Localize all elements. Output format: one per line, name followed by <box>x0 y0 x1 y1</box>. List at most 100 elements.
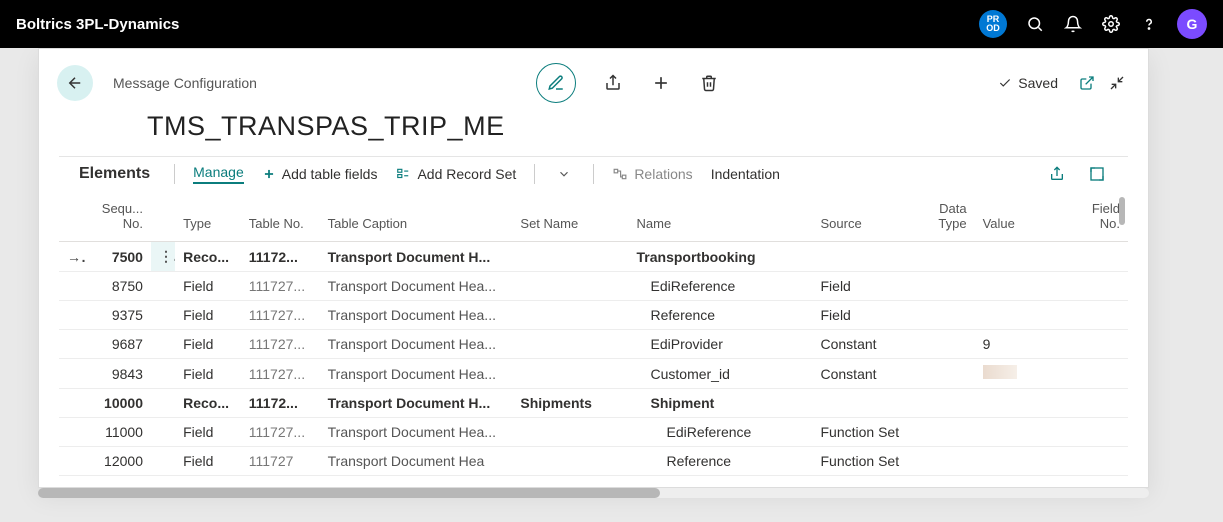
cell-type[interactable]: Field <box>175 447 241 476</box>
cell-name[interactable]: Reference <box>629 447 813 476</box>
search-icon[interactable] <box>1025 14 1045 34</box>
col-source[interactable]: Source <box>813 195 916 242</box>
cell-table-no[interactable]: 111727... <box>241 330 320 359</box>
settings-icon[interactable] <box>1101 14 1121 34</box>
collapse-icon[interactable] <box>1106 72 1128 94</box>
cell-set-name[interactable] <box>512 242 628 272</box>
cell-table-caption[interactable]: Transport Document Hea <box>320 447 513 476</box>
cell-source[interactable]: Field <box>813 301 916 330</box>
cell-data-type[interactable] <box>915 447 974 476</box>
cell-source[interactable]: Function Set <box>813 418 916 447</box>
cell-name[interactable]: Transportbooking <box>629 242 813 272</box>
table-row[interactable]: 11000 Field111727...Transport Document He… <box>59 418 1128 447</box>
notifications-icon[interactable] <box>1063 14 1083 34</box>
cell-value[interactable] <box>975 447 1080 476</box>
cell-source[interactable]: Constant <box>813 330 916 359</box>
share-list-icon[interactable] <box>1046 163 1068 185</box>
cell-table-caption[interactable]: Transport Document Hea... <box>320 359 513 389</box>
cell-source[interactable]: Field <box>813 272 916 301</box>
cell-table-no[interactable]: 111727... <box>241 272 320 301</box>
edit-button[interactable] <box>536 63 576 103</box>
cell-set-name[interactable] <box>512 301 628 330</box>
cell-table-no[interactable]: 111727... <box>241 301 320 330</box>
cell-seq[interactable]: 10000 <box>87 389 151 418</box>
cell-table-caption[interactable]: Transport Document Hea... <box>320 330 513 359</box>
cell-set-name[interactable] <box>512 447 628 476</box>
cell-value[interactable] <box>975 272 1080 301</box>
cell-table-no[interactable]: 111727 <box>241 447 320 476</box>
col-seq[interactable]: Sequ... No. <box>87 195 151 242</box>
cell-seq[interactable]: 9687 <box>87 330 151 359</box>
table-row[interactable]: 9687 Field111727...Transport Document Hea… <box>59 330 1128 359</box>
col-data-type[interactable]: Data Type <box>915 195 974 242</box>
cell-source[interactable] <box>813 242 916 272</box>
cell-type[interactable]: Reco... <box>175 389 241 418</box>
cell-type[interactable]: Reco... <box>175 242 241 272</box>
cell-set-name[interactable] <box>512 359 628 389</box>
help-icon[interactable] <box>1139 14 1159 34</box>
cell-type[interactable]: Field <box>175 272 241 301</box>
cell-table-no[interactable]: 111727... <box>241 418 320 447</box>
cell-table-caption[interactable]: Transport Document Hea... <box>320 418 513 447</box>
table-row[interactable]: →7500⋮Reco...11172...Transport Document … <box>59 242 1128 272</box>
cell-data-type[interactable] <box>915 359 974 389</box>
cell-set-name[interactable] <box>512 272 628 301</box>
col-type[interactable]: Type <box>175 195 241 242</box>
cell-seq[interactable]: 12000 <box>87 447 151 476</box>
cell-set-name[interactable]: Shipments <box>512 389 628 418</box>
col-table-caption[interactable]: Table Caption <box>320 195 513 242</box>
cell-table-no[interactable]: 11172... <box>241 389 320 418</box>
cell-data-type[interactable] <box>915 301 974 330</box>
share-icon[interactable] <box>602 72 624 94</box>
cell-name[interactable]: EdiReference <box>629 272 813 301</box>
relations-button[interactable]: Relations <box>612 166 692 182</box>
table-row[interactable]: 10000Reco...11172...Transport Document H… <box>59 389 1128 418</box>
cell-table-caption[interactable]: Transport Document Hea... <box>320 272 513 301</box>
cell-name[interactable]: Shipment <box>629 389 813 418</box>
col-set-name[interactable]: Set Name <box>512 195 628 242</box>
cell-seq[interactable]: 7500 <box>87 242 151 272</box>
cell-table-caption[interactable]: Transport Document Hea... <box>320 301 513 330</box>
cell-value[interactable] <box>975 389 1080 418</box>
cell-source[interactable]: Function Set <box>813 447 916 476</box>
chevron-down-icon[interactable] <box>553 163 575 185</box>
popout-icon[interactable] <box>1076 72 1098 94</box>
vertical-scrollbar[interactable] <box>1116 195 1126 476</box>
cell-set-name[interactable] <box>512 418 628 447</box>
cell-source[interactable]: Constant <box>813 359 916 389</box>
expand-list-icon[interactable] <box>1086 163 1108 185</box>
cell-seq[interactable]: 8750 <box>87 272 151 301</box>
cell-seq[interactable]: 9843 <box>87 359 151 389</box>
cell-value[interactable]: 9 <box>975 330 1080 359</box>
cell-seq[interactable]: 11000 <box>87 418 151 447</box>
cell-value[interactable] <box>975 301 1080 330</box>
cell-data-type[interactable] <box>915 242 974 272</box>
cell-value[interactable] <box>975 242 1080 272</box>
user-avatar[interactable]: G <box>1177 9 1207 39</box>
cell-source[interactable] <box>813 389 916 418</box>
indentation-button[interactable]: Indentation <box>711 166 780 182</box>
cell-type[interactable]: Field <box>175 418 241 447</box>
cell-type[interactable]: Field <box>175 330 241 359</box>
back-button[interactable] <box>57 65 93 101</box>
environment-badge[interactable]: PR OD <box>979 10 1007 38</box>
cell-name[interactable]: EdiProvider <box>629 330 813 359</box>
cell-name[interactable]: EdiReference <box>629 418 813 447</box>
cell-name[interactable]: Reference <box>629 301 813 330</box>
cell-seq[interactable]: 9375 <box>87 301 151 330</box>
table-row[interactable]: 9375Field111727...Transport Document Hea… <box>59 301 1128 330</box>
table-row[interactable]: 9843Field111727...Transport Document Hea… <box>59 359 1128 389</box>
add-record-set-button[interactable]: Add Record Set <box>395 166 516 182</box>
cell-type[interactable]: Field <box>175 359 241 389</box>
cell-table-caption[interactable]: Transport Document H... <box>320 242 513 272</box>
delete-icon[interactable] <box>698 72 720 94</box>
cell-data-type[interactable] <box>915 389 974 418</box>
cell-type[interactable]: Field <box>175 301 241 330</box>
cell-value[interactable] <box>975 359 1080 389</box>
col-name[interactable]: Name <box>629 195 813 242</box>
table-row[interactable]: 8750Field111727...Transport Document Hea… <box>59 272 1128 301</box>
cell-data-type[interactable] <box>915 272 974 301</box>
col-table-no[interactable]: Table No. <box>241 195 320 242</box>
cell-set-name[interactable] <box>512 330 628 359</box>
row-menu-icon[interactable]: ⋮ <box>151 242 175 272</box>
